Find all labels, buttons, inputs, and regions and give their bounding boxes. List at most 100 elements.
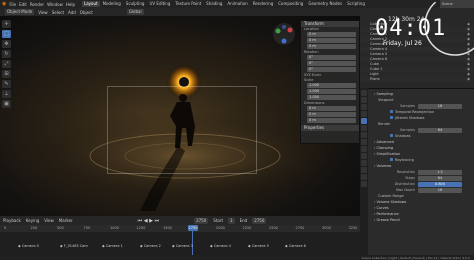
timeline-ruler[interactable]: 0250500750100012501500175020002250250027… <box>0 225 360 232</box>
npanel-value-field[interactable]: 0 m <box>307 118 356 123</box>
tab-shading[interactable]: Shading <box>204 1 224 7</box>
npanel-value-field[interactable]: 0 m <box>307 112 356 117</box>
blender-logo-icon[interactable]: ◉ <box>2 1 6 7</box>
menu-help[interactable]: Help <box>66 2 75 7</box>
ruler-frame-label: 2000 <box>216 226 225 230</box>
end-frame-field[interactable]: 2750 <box>252 217 267 224</box>
npanel-value-field[interactable]: 0 m <box>307 106 356 111</box>
annotate-icon[interactable]: ✎ <box>2 80 11 88</box>
cursor-icon[interactable]: ✛ <box>2 20 11 28</box>
npanel-value-field[interactable]: 0 m <box>307 32 356 37</box>
npanel-value-field[interactable]: 0 m <box>307 38 356 43</box>
play-controls[interactable]: ⏮ ◀ ▶ ⏭ <box>138 218 159 224</box>
timeline-marker[interactable]: ◆ Camera 6 <box>285 244 306 248</box>
panel-title: Performance <box>376 212 399 216</box>
properties-tab-icon[interactable] <box>361 153 367 159</box>
add-cube-icon[interactable]: ▣ <box>2 100 11 108</box>
timeline-marker[interactable]: ◆ Camera 3 <box>172 244 193 248</box>
timeline-marker[interactable]: ◆ Camera 2 <box>140 244 161 248</box>
npanel-value-field[interactable]: 0° <box>307 55 356 60</box>
properties-tab-icon[interactable] <box>361 104 367 110</box>
checkbox-label: Temporal Reprojection <box>395 110 435 114</box>
current-frame-field[interactable]: 2750 <box>194 217 209 224</box>
properties-tab-icon[interactable] <box>361 132 367 138</box>
mode-dropdown[interactable]: Object Mode <box>5 9 35 15</box>
npanel-value-field[interactable]: 1.000 <box>307 89 356 94</box>
checkbox[interactable] <box>390 134 393 137</box>
properties-tab-icon[interactable] <box>361 118 367 124</box>
select-icon[interactable]: ⬚ <box>2 30 11 38</box>
tab-scripting[interactable]: Scripting <box>345 1 367 7</box>
timeline-menu-view[interactable]: View <box>44 218 54 223</box>
properties-tab-icon[interactable] <box>361 139 367 145</box>
npanel-value-field[interactable]: 0° <box>307 67 356 72</box>
menu-render[interactable]: Render <box>30 2 44 7</box>
timeline-menu-keying[interactable]: Keying <box>26 218 39 223</box>
timeline-marker[interactable]: ◆ Camera 5 <box>248 244 269 248</box>
transform-orientation-dropdown[interactable]: Global <box>126 9 144 15</box>
tab-modeling[interactable]: Modeling <box>101 1 123 7</box>
sidebar-n-panel: Transform Location 0 m0 m0 m Rotation 0° 0° 0… <box>300 20 360 144</box>
ruler-frame-label: 1000 <box>110 226 119 230</box>
move-icon[interactable]: ✥ <box>2 40 11 48</box>
properties-tab-icon[interactable] <box>361 90 367 96</box>
menu-edit[interactable]: Edit <box>19 2 27 7</box>
property-value-field[interactable]: 0.800 <box>418 181 462 187</box>
property-value-field[interactable]: 16 <box>418 103 462 109</box>
checkbox-label: Shadows <box>395 134 411 138</box>
properties-tab-icon[interactable] <box>361 146 367 152</box>
timeline-marker[interactable]: ◆ Camera 1 <box>102 244 123 248</box>
rotate-icon[interactable]: ↻ <box>2 50 11 58</box>
properties-tab-icon[interactable] <box>361 97 367 103</box>
transform-icon[interactable]: ⊞ <box>2 70 11 78</box>
playhead[interactable]: 2750 <box>188 225 198 231</box>
tab-rendering[interactable]: Rendering <box>251 1 275 7</box>
npanel-value-field[interactable]: 0° <box>307 61 356 66</box>
menu-window[interactable]: Window <box>47 2 63 7</box>
start-frame-field[interactable]: 1 <box>228 217 235 224</box>
tab-animation[interactable]: Animation <box>225 1 249 7</box>
navigation-gizmo[interactable] <box>272 22 296 46</box>
npanel-value-field[interactable]: 1.000 <box>307 83 356 88</box>
outliner-item[interactable]: Plane ◉ <box>360 77 474 82</box>
property-value-field[interactable]: 16 <box>418 187 462 193</box>
viewport-menu-object[interactable]: Object <box>80 10 93 15</box>
scale-icon[interactable]: ⤢ <box>2 60 11 68</box>
checkbox[interactable] <box>390 110 393 113</box>
timeline-menu-playback[interactable]: Playback <box>3 218 21 223</box>
properties-tab-icon[interactable] <box>361 167 367 173</box>
ruler-frame-label: 2500 <box>269 226 278 230</box>
property-value-field[interactable]: 1:2 <box>418 169 462 175</box>
tab-texture-paint[interactable]: Texture Paint <box>173 1 203 7</box>
checkbox-label: Raytracing <box>395 158 414 162</box>
npanel-value-field[interactable]: 1.000 <box>307 95 356 100</box>
property-value-field[interactable]: 64 <box>418 127 462 133</box>
properties-tab-icon[interactable] <box>361 111 367 117</box>
checkbox[interactable] <box>390 158 393 161</box>
viewport-menu-view[interactable]: View <box>38 10 48 15</box>
properties-tab-icon[interactable] <box>361 160 367 166</box>
npanel-value-field[interactable]: 0 m <box>307 44 356 49</box>
property-label: Distribution <box>394 182 415 186</box>
property-value-field[interactable]: 64 <box>418 175 462 181</box>
menu-file[interactable]: File <box>9 2 16 7</box>
tab-compositing[interactable]: Compositing <box>276 1 305 7</box>
tab-uv-editing[interactable]: UV Editing <box>147 1 172 7</box>
properties-panel-header[interactable]: › Grease Pencil <box>360 217 474 223</box>
timeline-menu-marker[interactable]: Marker <box>59 218 73 223</box>
npanel-footer[interactable]: Properties <box>301 125 359 131</box>
viewport-menu-select[interactable]: Select <box>52 10 64 15</box>
checkbox[interactable] <box>390 116 393 119</box>
tab-layout[interactable]: Layout <box>81 1 100 7</box>
tab-sculpting[interactable]: Sculpting <box>124 1 147 7</box>
timeline-marker[interactable]: ◆ Camera 0 <box>18 244 39 248</box>
properties-tab-icon[interactable] <box>361 181 367 187</box>
properties-tab-icon[interactable] <box>361 174 367 180</box>
measure-icon[interactable]: ⟂ <box>2 90 11 98</box>
timeline-marker[interactable]: ◆ F_01465 Cam <box>60 244 88 248</box>
timeline-marker[interactable]: ◆ Camera 4 <box>210 244 231 248</box>
visibility-eye-icon[interactable]: ◉ <box>467 77 470 82</box>
tab-geometry-nodes[interactable]: Geometry Nodes <box>306 1 344 7</box>
viewport-menu-add[interactable]: Add <box>68 10 76 15</box>
properties-tab-icon[interactable] <box>361 125 367 131</box>
